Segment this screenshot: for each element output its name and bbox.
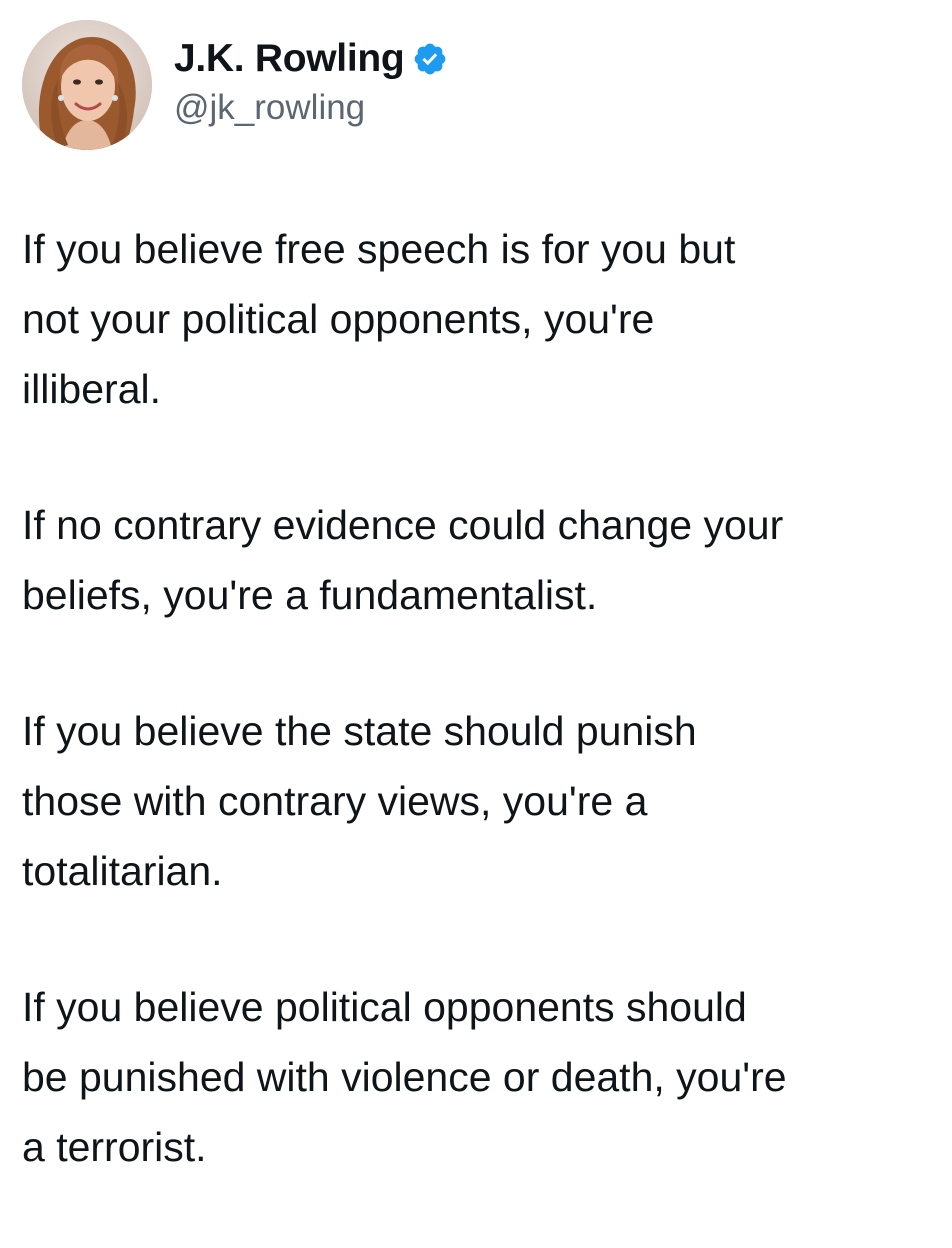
tweet-paragraph-1: If you believe free speech is for you bu… bbox=[22, 226, 736, 412]
display-name[interactable]: J.K. Rowling bbox=[174, 37, 405, 81]
display-name-row: J.K. Rowling bbox=[174, 36, 448, 82]
verified-badge-icon bbox=[412, 41, 448, 77]
tweet-text: If you believe free speech is for you bu… bbox=[22, 214, 942, 1248]
author-names: J.K. Rowling @jk_rowling bbox=[174, 36, 448, 128]
tweet-header: J.K. Rowling @jk_rowling bbox=[22, 20, 922, 150]
tweet-paragraph-3: If you believe the state should punish t… bbox=[22, 708, 697, 894]
handle[interactable]: @jk_rowling bbox=[174, 88, 448, 128]
tweet-paragraph-4: If you believe political opponents shoul… bbox=[22, 984, 787, 1170]
tweet-paragraph-2: If no contrary evidence could change you… bbox=[22, 502, 784, 618]
avatar[interactable] bbox=[22, 20, 152, 150]
tweet: J.K. Rowling @jk_rowling If you believe … bbox=[0, 0, 952, 1200]
